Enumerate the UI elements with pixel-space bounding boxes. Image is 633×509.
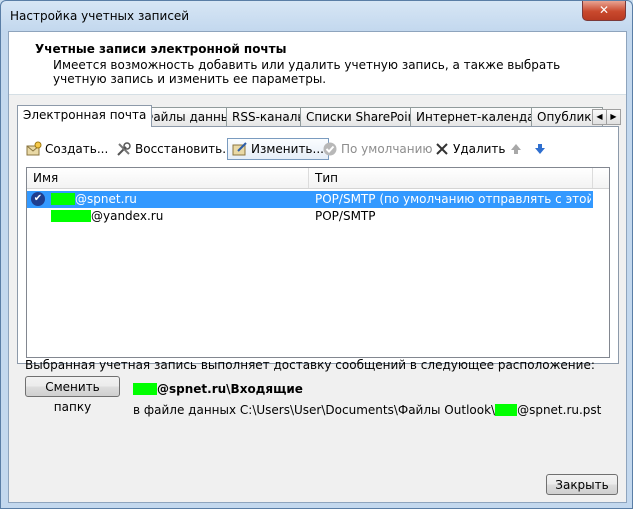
window-title: Настройка учетных записей xyxy=(10,9,190,23)
delete-x-icon xyxy=(434,141,450,157)
redacted-block xyxy=(495,403,518,416)
tab-email[interactable]: Электронная почта xyxy=(17,105,153,127)
create-label: Создать... xyxy=(45,142,109,156)
change-button[interactable]: Изменить... xyxy=(227,138,329,160)
dialog-client-area: Учетные записи электронной почты Имеется… xyxy=(8,31,627,503)
header-description: Имеется возможность добавить или удалить… xyxy=(53,58,561,86)
arrow-down-icon xyxy=(532,141,548,157)
new-account-icon xyxy=(26,141,42,157)
repair-tools-icon xyxy=(116,141,132,157)
redacted-block xyxy=(51,209,91,222)
window-close-button[interactable]: ✕ xyxy=(582,1,626,21)
close-button[interactable]: Закрыть xyxy=(546,474,618,495)
list-header: Имя Тип xyxy=(27,168,609,189)
account-row[interactable]: ✔ @spnet.ru POP/SMTP (по умолчанию отпра… xyxy=(27,191,593,208)
tab-sharepoint-lists[interactable]: Списки SharePoint xyxy=(300,107,426,126)
file-path-prefix: в файле данных C:\Users\User\Documents\Ф… xyxy=(133,403,496,417)
accounts-list[interactable]: Имя Тип ✔ @spnet.ru POP/SMTP (по умолчан… xyxy=(26,167,610,358)
change-folder-button[interactable]: Сменить папку xyxy=(25,376,120,414)
edit-account-icon xyxy=(232,141,248,157)
delivery-data-file: в файле данных C:\Users\User\Documents\Ф… xyxy=(133,403,601,417)
tab-scroll-right-button[interactable]: ▶ xyxy=(606,109,621,125)
account-settings-window: Настройка учетных записей ✕ Учетные запи… xyxy=(0,0,633,509)
tab-strip: Электронная почта Файлы данных RSS-канал… xyxy=(17,105,621,127)
redacted-block xyxy=(133,382,157,395)
folder-path-text: @spnet.ru\Входящие xyxy=(157,382,303,396)
header-title: Учетные записи электронной почты xyxy=(35,42,287,56)
change-label: Изменить... xyxy=(251,142,324,156)
redacted-block xyxy=(51,192,75,205)
account-name: @spnet.ru xyxy=(51,191,137,208)
default-account-check-icon: ✔ xyxy=(31,192,45,206)
account-type: POP/SMTP (по умолчанию отправлять с этой… xyxy=(315,192,591,206)
title-bar: Настройка учетных записей ✕ xyxy=(1,1,632,31)
email-tab-panel: Создать... Восстановить... Изменить... П… xyxy=(17,126,619,364)
create-button[interactable]: Создать... xyxy=(26,138,108,160)
delivery-folder-path: @spnet.ru\Входящие xyxy=(133,382,303,396)
file-path-suffix: @spnet.ru.pst xyxy=(517,403,602,417)
column-header-name[interactable]: Имя xyxy=(33,171,58,185)
move-up-button[interactable] xyxy=(508,138,527,160)
restore-label: Восстановить... xyxy=(135,142,234,156)
set-default-button[interactable]: По умолчанию xyxy=(322,138,433,160)
delete-label: Удалить xyxy=(453,142,506,156)
account-name-text: @spnet.ru xyxy=(75,192,137,206)
delivery-description: Выбранная учетная запись выполняет доста… xyxy=(25,358,595,372)
accounts-toolbar: Создать... Восстановить... Изменить... П… xyxy=(22,138,612,162)
column-divider[interactable] xyxy=(308,168,309,188)
move-down-button[interactable] xyxy=(532,138,551,160)
tab-scroll-left-button[interactable]: ◀ xyxy=(592,109,607,125)
arrow-up-icon xyxy=(508,141,524,157)
account-name-text: @yandex.ru xyxy=(91,209,164,223)
dialog-header: Учетные записи электронной почты Имеется… xyxy=(9,32,626,95)
check-circle-icon xyxy=(322,141,338,157)
column-header-type[interactable]: Тип xyxy=(315,171,338,185)
restore-button[interactable]: Восстановить... xyxy=(116,138,234,160)
account-type: POP/SMTP xyxy=(315,209,376,223)
account-name: @yandex.ru xyxy=(51,208,163,225)
column-divider[interactable] xyxy=(592,168,593,188)
delete-button[interactable]: Удалить xyxy=(434,138,506,160)
set-default-label: По умолчанию xyxy=(341,142,433,156)
account-row[interactable]: @yandex.ru POP/SMTP xyxy=(27,208,593,225)
